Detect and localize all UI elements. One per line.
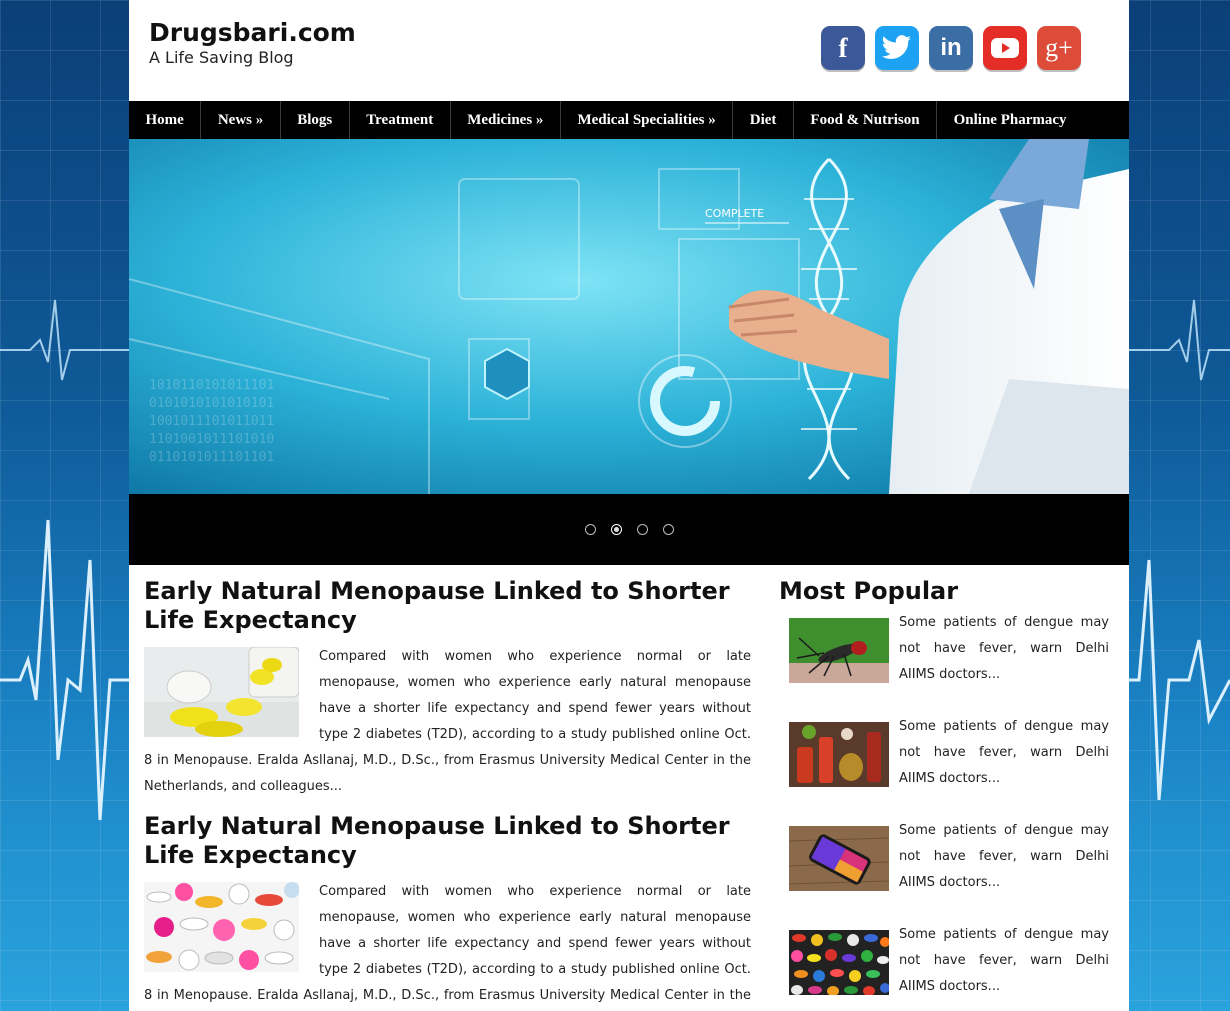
post-thumbnail-capsules[interactable]	[144, 882, 299, 972]
main-nav: Home News » Blogs Treatment Medicines » …	[129, 101, 1129, 139]
main-content: Early Natural Menopause Linked to Shorte…	[129, 565, 1129, 1011]
nav-item-food-nutrison[interactable]: Food & Nutrison	[794, 101, 938, 139]
post-item: Early Natural Menopause Linked to Shorte…	[144, 577, 751, 800]
slider-controls	[129, 494, 1129, 565]
popular-thumbnail-mosquito[interactable]	[789, 618, 889, 683]
popular-item-text[interactable]: Some patients of dengue may not have fev…	[899, 922, 1109, 1011]
popular-item[interactable]: Some patients of dengue may not have fev…	[789, 822, 1109, 918]
site-tagline: A Life Saving Blog	[149, 48, 294, 67]
sidebar-title: Most Popular	[779, 577, 959, 605]
popular-item[interactable]: Some patients of dengue may not have fev…	[789, 614, 1109, 710]
svg-text:1010110101011101: 1010110101011101	[149, 378, 274, 393]
nav-item-blogs[interactable]: Blogs	[281, 101, 350, 139]
hero-overlay-text: COMPLETE	[705, 207, 764, 220]
linkedin-icon[interactable]: in	[929, 26, 973, 70]
popular-thumbnail-smartphone[interactable]	[789, 826, 889, 891]
site-header: Drugsbari.com A Life Saving Blog f in g+	[129, 0, 1129, 101]
twitter-icon[interactable]	[875, 26, 919, 70]
youtube-icon[interactable]	[983, 26, 1027, 70]
nav-item-online-pharmacy[interactable]: Online Pharmacy	[937, 101, 1083, 139]
slider-dot-1[interactable]	[584, 524, 596, 535]
sidebar-most-popular: Most Popular Some patients of dengue may…	[779, 577, 1109, 1011]
nav-item-medicines[interactable]: Medicines »	[451, 101, 561, 139]
facebook-icon[interactable]: f	[821, 26, 865, 70]
post-body: Compared with women who experience norma…	[144, 882, 751, 1011]
post-title[interactable]: Early Natural Menopause Linked to Shorte…	[144, 812, 751, 870]
popular-item-text[interactable]: Some patients of dengue may not have fev…	[899, 818, 1109, 918]
social-links: f in g+	[821, 26, 1081, 70]
nav-item-home[interactable]: Home	[129, 101, 202, 139]
page-container: Drugsbari.com A Life Saving Blog f in g+…	[129, 0, 1129, 1011]
post-thumbnail-pills[interactable]	[144, 647, 299, 737]
svg-text:1001011101011011: 1001011101011011	[149, 414, 274, 429]
google-plus-icon[interactable]: g+	[1037, 26, 1081, 70]
post-title[interactable]: Early Natural Menopause Linked to Shorte…	[144, 577, 751, 635]
popular-thumbnail-drinks[interactable]	[789, 722, 889, 787]
site-title[interactable]: Drugsbari.com	[149, 18, 356, 47]
post-item: Early Natural Menopause Linked to Shorte…	[144, 812, 751, 1011]
svg-text:0110101011101101: 0110101011101101	[149, 450, 274, 465]
slider-dot-2[interactable]	[610, 524, 622, 535]
nav-item-diet[interactable]: Diet	[733, 101, 794, 139]
svg-text:1101001011101010: 1101001011101010	[149, 432, 274, 447]
popular-item-text[interactable]: Some patients of dengue may not have fev…	[899, 610, 1109, 710]
svg-text:0101010101010101: 0101010101010101	[149, 396, 274, 411]
popular-item-text[interactable]: Some patients of dengue may not have fev…	[899, 714, 1109, 814]
slider-dot-3[interactable]	[636, 524, 648, 535]
nav-item-news[interactable]: News »	[201, 101, 281, 139]
post-list: Early Natural Menopause Linked to Shorte…	[144, 577, 751, 1011]
slider-dot-4[interactable]	[662, 524, 674, 535]
popular-item[interactable]: Some patients of dengue may not have fev…	[789, 926, 1109, 1011]
nav-item-medical-specialities[interactable]: Medical Specialities »	[561, 101, 734, 139]
ecg-background-right	[1129, 299, 1230, 801]
ecg-background-left	[0, 299, 129, 821]
nav-item-treatment[interactable]: Treatment	[350, 101, 451, 139]
popular-thumbnail-colorful-pills[interactable]	[789, 930, 889, 995]
post-body: Compared with women who experience norma…	[144, 647, 751, 800]
hero-slide-image[interactable]: 1010110101011101 0101010101010101 100101…	[129, 139, 1129, 494]
popular-item[interactable]: Some patients of dengue may not have fev…	[789, 718, 1109, 814]
